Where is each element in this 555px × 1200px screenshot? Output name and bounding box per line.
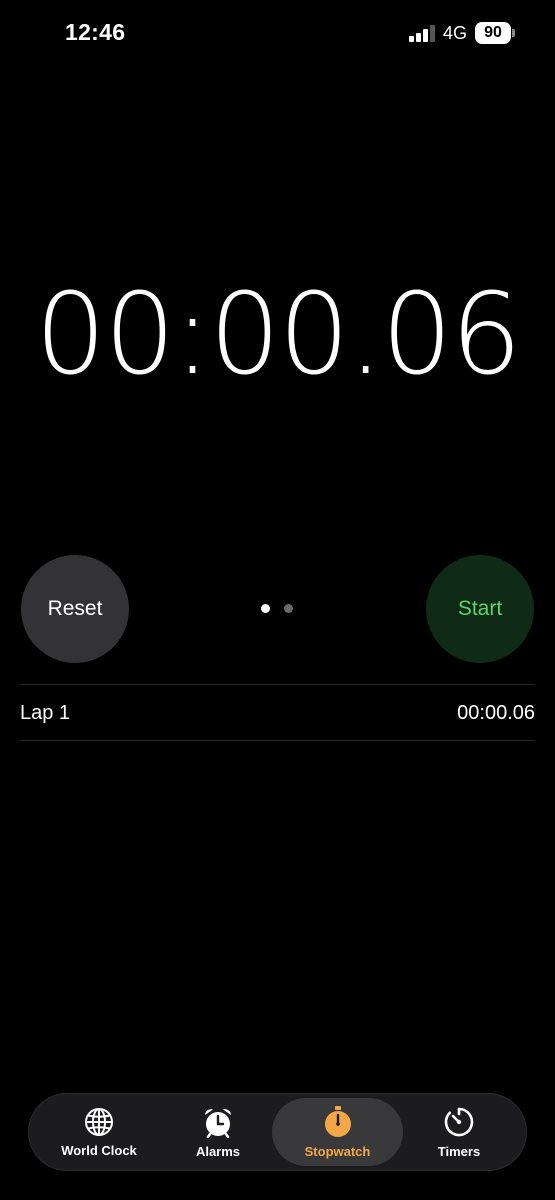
tab-label: Alarms [195,1143,241,1159]
lap-row: Lap 1 00:00.06 [20,686,535,740]
reset-button[interactable]: Reset [21,555,129,663]
battery-icon: 90 [475,22,515,44]
alarm-clock-icon [205,1108,231,1138]
start-button[interactable]: Start [426,555,534,663]
lap-time: 00:00.06 [457,701,535,724]
status-time: 12:46 [65,19,126,45]
timer-icon [444,1107,474,1136]
tab-label: World Clock [61,1142,137,1158]
tab-stopwatch[interactable]: Stopwatch [272,1098,403,1166]
tab-timers[interactable]: Timers [405,1098,513,1166]
battery-level: 90 [475,22,511,44]
cellular-signal-icon [408,24,435,42]
tab-label: Stopwatch [304,1143,371,1159]
tab-world-clock[interactable]: World Clock [39,1098,159,1166]
status-indicators: 4G 90 [408,22,515,44]
lap-divider-bottom [20,740,535,741]
tab-alarms[interactable]: Alarms [159,1098,277,1166]
globe-icon [85,1107,113,1136]
tab-bar: World Clock Alarms Stopwatch Timers [28,1093,527,1171]
stopwatch-icon [324,1105,351,1137]
stopwatch-screen: 12:46 4G 90 00:00.06 Reset Start Lap 1 0… [0,0,555,1200]
lap-divider-top [20,684,535,685]
tab-label: Timers [437,1143,481,1159]
network-type: 4G [442,22,467,43]
page-indicator[interactable] [261,604,293,613]
page-dot-inactive [284,604,293,613]
page-dot-active [261,604,270,613]
lap-label: Lap 1 [20,701,71,724]
stopwatch-display: 00:00.06 [35,270,522,400]
